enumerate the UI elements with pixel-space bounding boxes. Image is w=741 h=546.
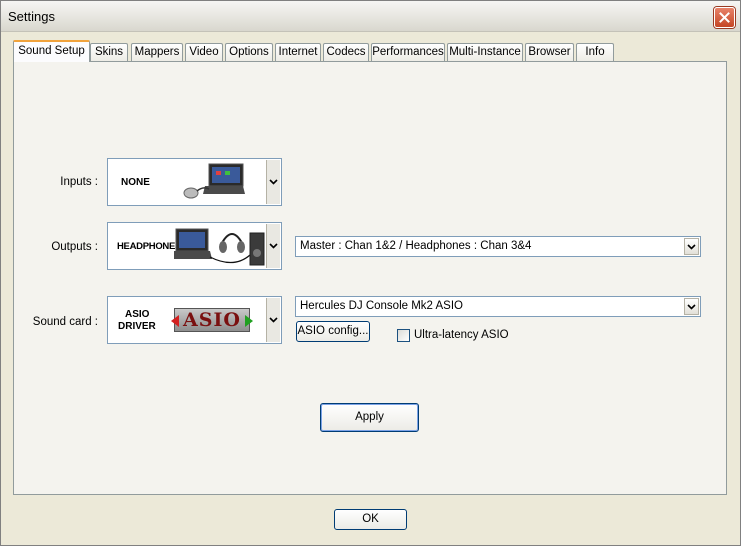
tab-label: Options — [229, 46, 269, 58]
chevron-down-icon — [269, 179, 278, 185]
tab-label: Video — [189, 46, 219, 58]
tab-browser[interactable]: Browser — [525, 43, 574, 62]
sound-card-image: ASIO DRIVER ASIO — [109, 298, 264, 342]
outputs-image: HEADPHONES — [109, 224, 265, 268]
window-title: Settings — [8, 9, 55, 24]
tab-info[interactable]: Info — [576, 43, 614, 62]
settings-window: Settings Sound Setup Skins Mappers Video… — [0, 0, 741, 546]
ultra-latency-checkbox[interactable] — [397, 328, 410, 342]
tab-skins[interactable]: Skins — [90, 43, 128, 62]
inputs-image: NONE — [109, 160, 264, 204]
asio-logo: ASIO — [171, 308, 253, 332]
chevron-down-icon — [269, 317, 278, 323]
green-arrow-icon — [245, 315, 253, 327]
sound-card-label: Sound card : — [32, 316, 98, 328]
tab-label: Skins — [94, 46, 124, 58]
sound-card-value-line1: ASIO — [125, 309, 150, 320]
tab-options[interactable]: Options — [225, 43, 273, 62]
tab-label: Sound Setup — [18, 45, 85, 57]
tab-mappers[interactable]: Mappers — [131, 43, 183, 62]
sound-card-device-dropdown-button[interactable] — [684, 298, 699, 315]
outputs-picker[interactable]: HEADPHONES — [107, 222, 282, 270]
tab-label: Codecs — [326, 46, 366, 58]
output-routing-value: Master : Chan 1&2 / Headphones : Chan 3&… — [300, 240, 532, 252]
tab-label: Performances — [372, 46, 444, 58]
tab-internet[interactable]: Internet — [275, 43, 321, 62]
tab-performances[interactable]: Performances — [371, 43, 445, 62]
outputs-value: HEADPHONES — [117, 241, 182, 252]
asio-config-button[interactable]: ASIO config... — [296, 321, 370, 342]
tab-label: Mappers — [134, 46, 180, 58]
title-bar[interactable]: Settings — [1, 1, 740, 32]
sound-card-picker[interactable]: ASIO DRIVER ASIO — [107, 296, 282, 344]
chevron-down-icon — [687, 243, 696, 250]
tab-label: Info — [585, 46, 605, 58]
tab-label: Browser — [528, 46, 571, 58]
chevron-down-icon — [687, 303, 696, 310]
inputs-picker[interactable]: NONE — [107, 158, 282, 206]
tab-sound-setup[interactable]: Sound Setup — [13, 40, 90, 62]
close-icon — [719, 12, 730, 23]
sound-card-device-value: Hercules DJ Console Mk2 ASIO — [300, 300, 463, 312]
ultra-latency-label: Ultra-latency ASIO — [414, 329, 509, 341]
asio-logo-text: ASIO — [183, 309, 241, 331]
inputs-label: Inputs : — [60, 176, 98, 188]
inputs-dropdown-button[interactable] — [266, 160, 280, 204]
tab-label: Multi-Instance — [449, 46, 521, 58]
laptop-mouse-icon — [183, 163, 245, 199]
outputs-dropdown-button[interactable] — [266, 224, 280, 268]
outputs-label: Outputs : — [51, 241, 98, 253]
tab-multi-instance[interactable]: Multi-Instance — [447, 43, 523, 62]
sound-card-value-line2: DRIVER — [118, 321, 156, 332]
tab-codecs[interactable]: Codecs — [323, 43, 369, 62]
tab-video[interactable]: Video — [185, 43, 223, 62]
output-routing-select[interactable]: Master : Chan 1&2 / Headphones : Chan 3&… — [295, 236, 701, 257]
chevron-down-icon — [269, 243, 278, 249]
red-arrow-icon — [171, 315, 179, 327]
tab-label: Internet — [278, 46, 318, 58]
output-routing-dropdown-button[interactable] — [684, 238, 699, 255]
apply-button[interactable]: Apply — [320, 403, 419, 432]
close-button[interactable] — [714, 7, 735, 28]
ok-button[interactable]: OK — [334, 509, 407, 530]
inputs-value: NONE — [121, 177, 150, 188]
sound-card-device-select[interactable]: Hercules DJ Console Mk2 ASIO — [295, 296, 701, 317]
sound-card-dropdown-button[interactable] — [266, 298, 280, 342]
ultra-latency-row[interactable]: Ultra-latency ASIO — [397, 328, 509, 342]
